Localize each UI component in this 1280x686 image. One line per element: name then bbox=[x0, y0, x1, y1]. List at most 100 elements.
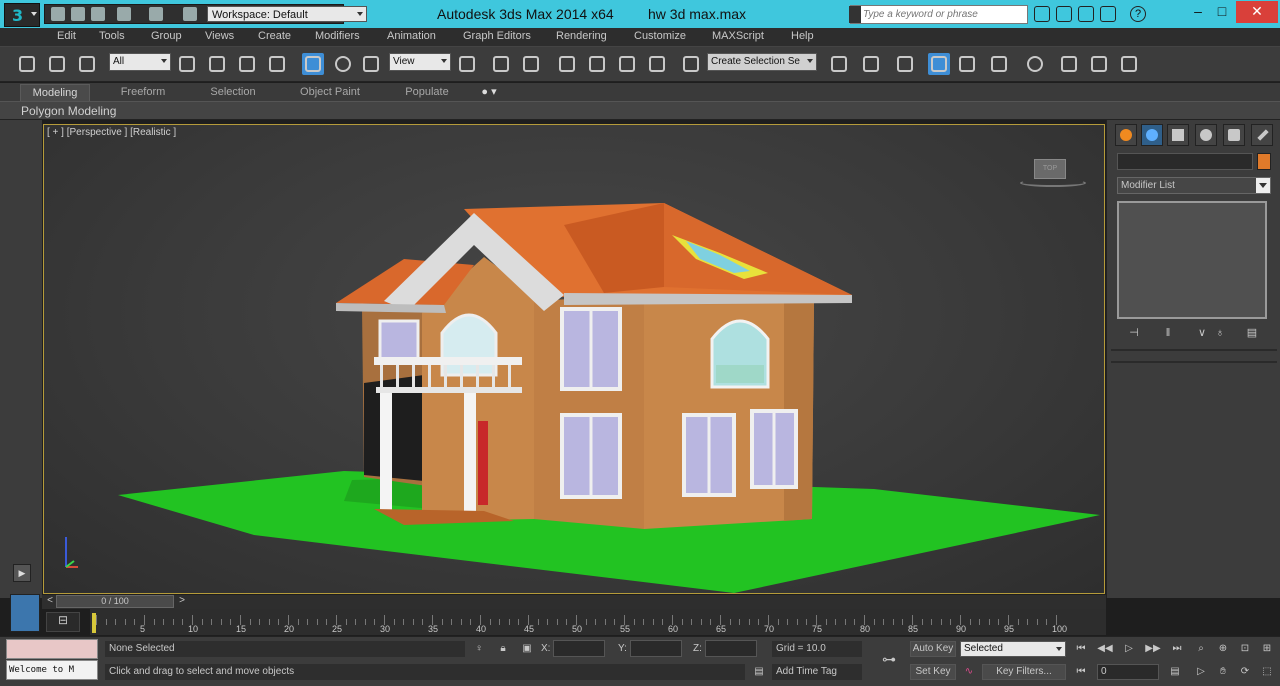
time-slider-thumb[interactable]: 0 / 100 bbox=[56, 595, 174, 608]
show-end-result-icon[interactable]: ‖ bbox=[1159, 325, 1177, 341]
go-to-end-icon[interactable]: ⏭ bbox=[1168, 641, 1186, 657]
graphite-toolbar-button[interactable] bbox=[928, 53, 950, 75]
communication-icon[interactable] bbox=[1078, 6, 1094, 22]
hierarchy-tab[interactable] bbox=[1167, 124, 1189, 146]
pan-view-icon[interactable]: ✋︎ bbox=[1214, 664, 1232, 680]
maximize-button[interactable]: □ bbox=[1208, 1, 1236, 23]
time-slider-next-button[interactable]: > bbox=[176, 595, 188, 608]
key-mode-toggle-icon[interactable]: ⏮ bbox=[1072, 664, 1090, 680]
track-bar-filter-icon[interactable]: ⊟ bbox=[46, 612, 80, 632]
select-and-link-button[interactable] bbox=[16, 53, 38, 75]
select-object-button[interactable] bbox=[176, 53, 198, 75]
viewcube-compass-ring[interactable] bbox=[1020, 179, 1086, 187]
menu-tools[interactable]: Tools bbox=[99, 30, 125, 42]
configure-modifier-sets-icon[interactable]: ▤ bbox=[1243, 325, 1261, 341]
edit-named-selection-button[interactable] bbox=[680, 53, 702, 75]
play-icon[interactable]: ▷ bbox=[1120, 641, 1138, 657]
current-frame-marker[interactable] bbox=[92, 613, 96, 633]
track-bar[interactable]: 5 10 15 20 25 30 35 40 45 50 55 60 65 70 75 80 85 90 95 100 bbox=[90, 609, 1106, 635]
modify-tab[interactable] bbox=[1141, 124, 1163, 146]
select-and-rotate-button[interactable] bbox=[332, 53, 354, 75]
menu-maxscript[interactable]: MAXScript bbox=[712, 30, 764, 42]
menu-views[interactable]: Views bbox=[205, 30, 234, 42]
select-by-name-button[interactable] bbox=[206, 53, 228, 75]
project-folder-icon[interactable] bbox=[183, 7, 197, 21]
close-button[interactable]: ✕ bbox=[1236, 1, 1278, 23]
workspace-dropdown[interactable]: Workspace: Default bbox=[207, 6, 367, 22]
search-expand-icon[interactable] bbox=[849, 6, 861, 23]
snaps-toggle-button[interactable] bbox=[556, 53, 578, 75]
key-filters-button[interactable]: Key Filters... bbox=[982, 664, 1066, 680]
tab-modeling[interactable]: Modeling bbox=[20, 84, 90, 101]
polygon-modeling-panel[interactable]: Polygon Modeling bbox=[21, 104, 116, 118]
field-of-view-icon[interactable]: ▷ bbox=[1192, 664, 1210, 680]
display-tab[interactable] bbox=[1223, 124, 1245, 146]
auto-key-button[interactable]: Auto Key bbox=[910, 641, 956, 657]
tab-freeform[interactable]: Freeform bbox=[108, 84, 178, 101]
binoculars-icon[interactable] bbox=[1034, 6, 1050, 22]
x-coordinate-field[interactable] bbox=[553, 640, 605, 657]
select-and-manipulate-button[interactable] bbox=[490, 53, 512, 75]
favorites-star-icon[interactable] bbox=[1100, 6, 1116, 22]
redo-icon[interactable] bbox=[149, 7, 163, 21]
modifier-stack[interactable] bbox=[1117, 201, 1267, 319]
orbit-icon[interactable]: ⟳ bbox=[1236, 664, 1254, 680]
current-frame-field[interactable]: 0 bbox=[1097, 664, 1159, 680]
spinner-snap-button[interactable] bbox=[646, 53, 668, 75]
viewcube-top-face[interactable]: TOP bbox=[1034, 159, 1066, 179]
time-slider-prev-button[interactable]: < bbox=[44, 595, 56, 608]
go-to-start-icon[interactable]: ⏮ bbox=[1072, 641, 1090, 657]
maxscript-output[interactable]: Welcome to M bbox=[6, 660, 98, 680]
align-button[interactable] bbox=[860, 53, 882, 75]
keyboard-shortcut-override-button[interactable] bbox=[520, 53, 542, 75]
play-arrow-icon[interactable]: ▶ bbox=[13, 564, 31, 582]
menu-help[interactable]: Help bbox=[791, 30, 814, 42]
pivot-center-button[interactable] bbox=[456, 53, 478, 75]
save-file-icon[interactable] bbox=[91, 7, 105, 21]
absolute-mode-icon[interactable]: ▣ bbox=[518, 641, 536, 657]
material-editor-button[interactable] bbox=[1024, 53, 1046, 75]
search-input[interactable] bbox=[863, 7, 1023, 22]
modifier-list-dropdown[interactable]: Modifier List bbox=[1117, 177, 1271, 194]
key-icon[interactable]: ⊶ bbox=[876, 651, 902, 667]
menu-graph-editors[interactable]: Graph Editors bbox=[463, 30, 531, 42]
add-time-tag[interactable]: Add Time Tag bbox=[772, 664, 862, 680]
help-icon[interactable]: ? bbox=[1130, 6, 1146, 22]
mirror-button[interactable] bbox=[828, 53, 850, 75]
render-production-button[interactable] bbox=[1118, 53, 1140, 75]
menu-create[interactable]: Create bbox=[258, 30, 291, 42]
selection-filter-dropdown[interactable]: All bbox=[109, 53, 171, 71]
y-coordinate-field[interactable] bbox=[630, 640, 682, 657]
percent-snap-button[interactable] bbox=[616, 53, 638, 75]
menu-modifiers[interactable]: Modifiers bbox=[315, 30, 360, 42]
tab-populate[interactable]: Populate bbox=[392, 84, 462, 101]
tab-selection[interactable]: Selection bbox=[196, 84, 270, 101]
set-key-button[interactable]: Set Key bbox=[910, 664, 956, 680]
tab-object-paint[interactable]: Object Paint bbox=[290, 84, 370, 101]
select-and-scale-button[interactable] bbox=[360, 53, 382, 75]
selection-lock-icon[interactable]: 🔒︎ bbox=[494, 641, 512, 657]
create-tab[interactable] bbox=[1115, 124, 1137, 146]
key-mode-dropdown[interactable]: Selected bbox=[960, 641, 1066, 657]
isolate-selection-icon[interactable]: ♀ bbox=[470, 641, 488, 657]
menu-group[interactable]: Group bbox=[151, 30, 182, 42]
time-configuration-icon[interactable]: ▤ bbox=[1166, 664, 1184, 680]
bind-to-space-warp-button[interactable] bbox=[76, 53, 98, 75]
new-scene-icon[interactable] bbox=[51, 7, 65, 21]
maximize-viewport-icon[interactable]: ⬚ bbox=[1258, 664, 1276, 680]
mini-curve-editor-toggle[interactable] bbox=[10, 594, 40, 632]
render-setup-button[interactable] bbox=[1058, 53, 1080, 75]
undo-icon[interactable] bbox=[117, 7, 131, 21]
angle-snap-button[interactable] bbox=[586, 53, 608, 75]
reference-coordinate-dropdown[interactable]: View bbox=[389, 53, 451, 71]
rendered-frame-window-button[interactable] bbox=[1088, 53, 1110, 75]
object-name-field[interactable] bbox=[1117, 153, 1253, 170]
curve-editor-button[interactable] bbox=[956, 53, 978, 75]
time-tag-icon[interactable]: ▤ bbox=[750, 664, 768, 680]
zoom-all-icon[interactable]: ⊕ bbox=[1214, 641, 1232, 657]
zoom-extents-all-icon[interactable]: ⊞ bbox=[1258, 641, 1276, 657]
z-coordinate-field[interactable] bbox=[705, 640, 757, 657]
make-unique-icon[interactable]: ∨ bbox=[1193, 325, 1211, 341]
object-color-swatch[interactable] bbox=[1257, 153, 1271, 170]
rectangular-selection-button[interactable] bbox=[236, 53, 258, 75]
